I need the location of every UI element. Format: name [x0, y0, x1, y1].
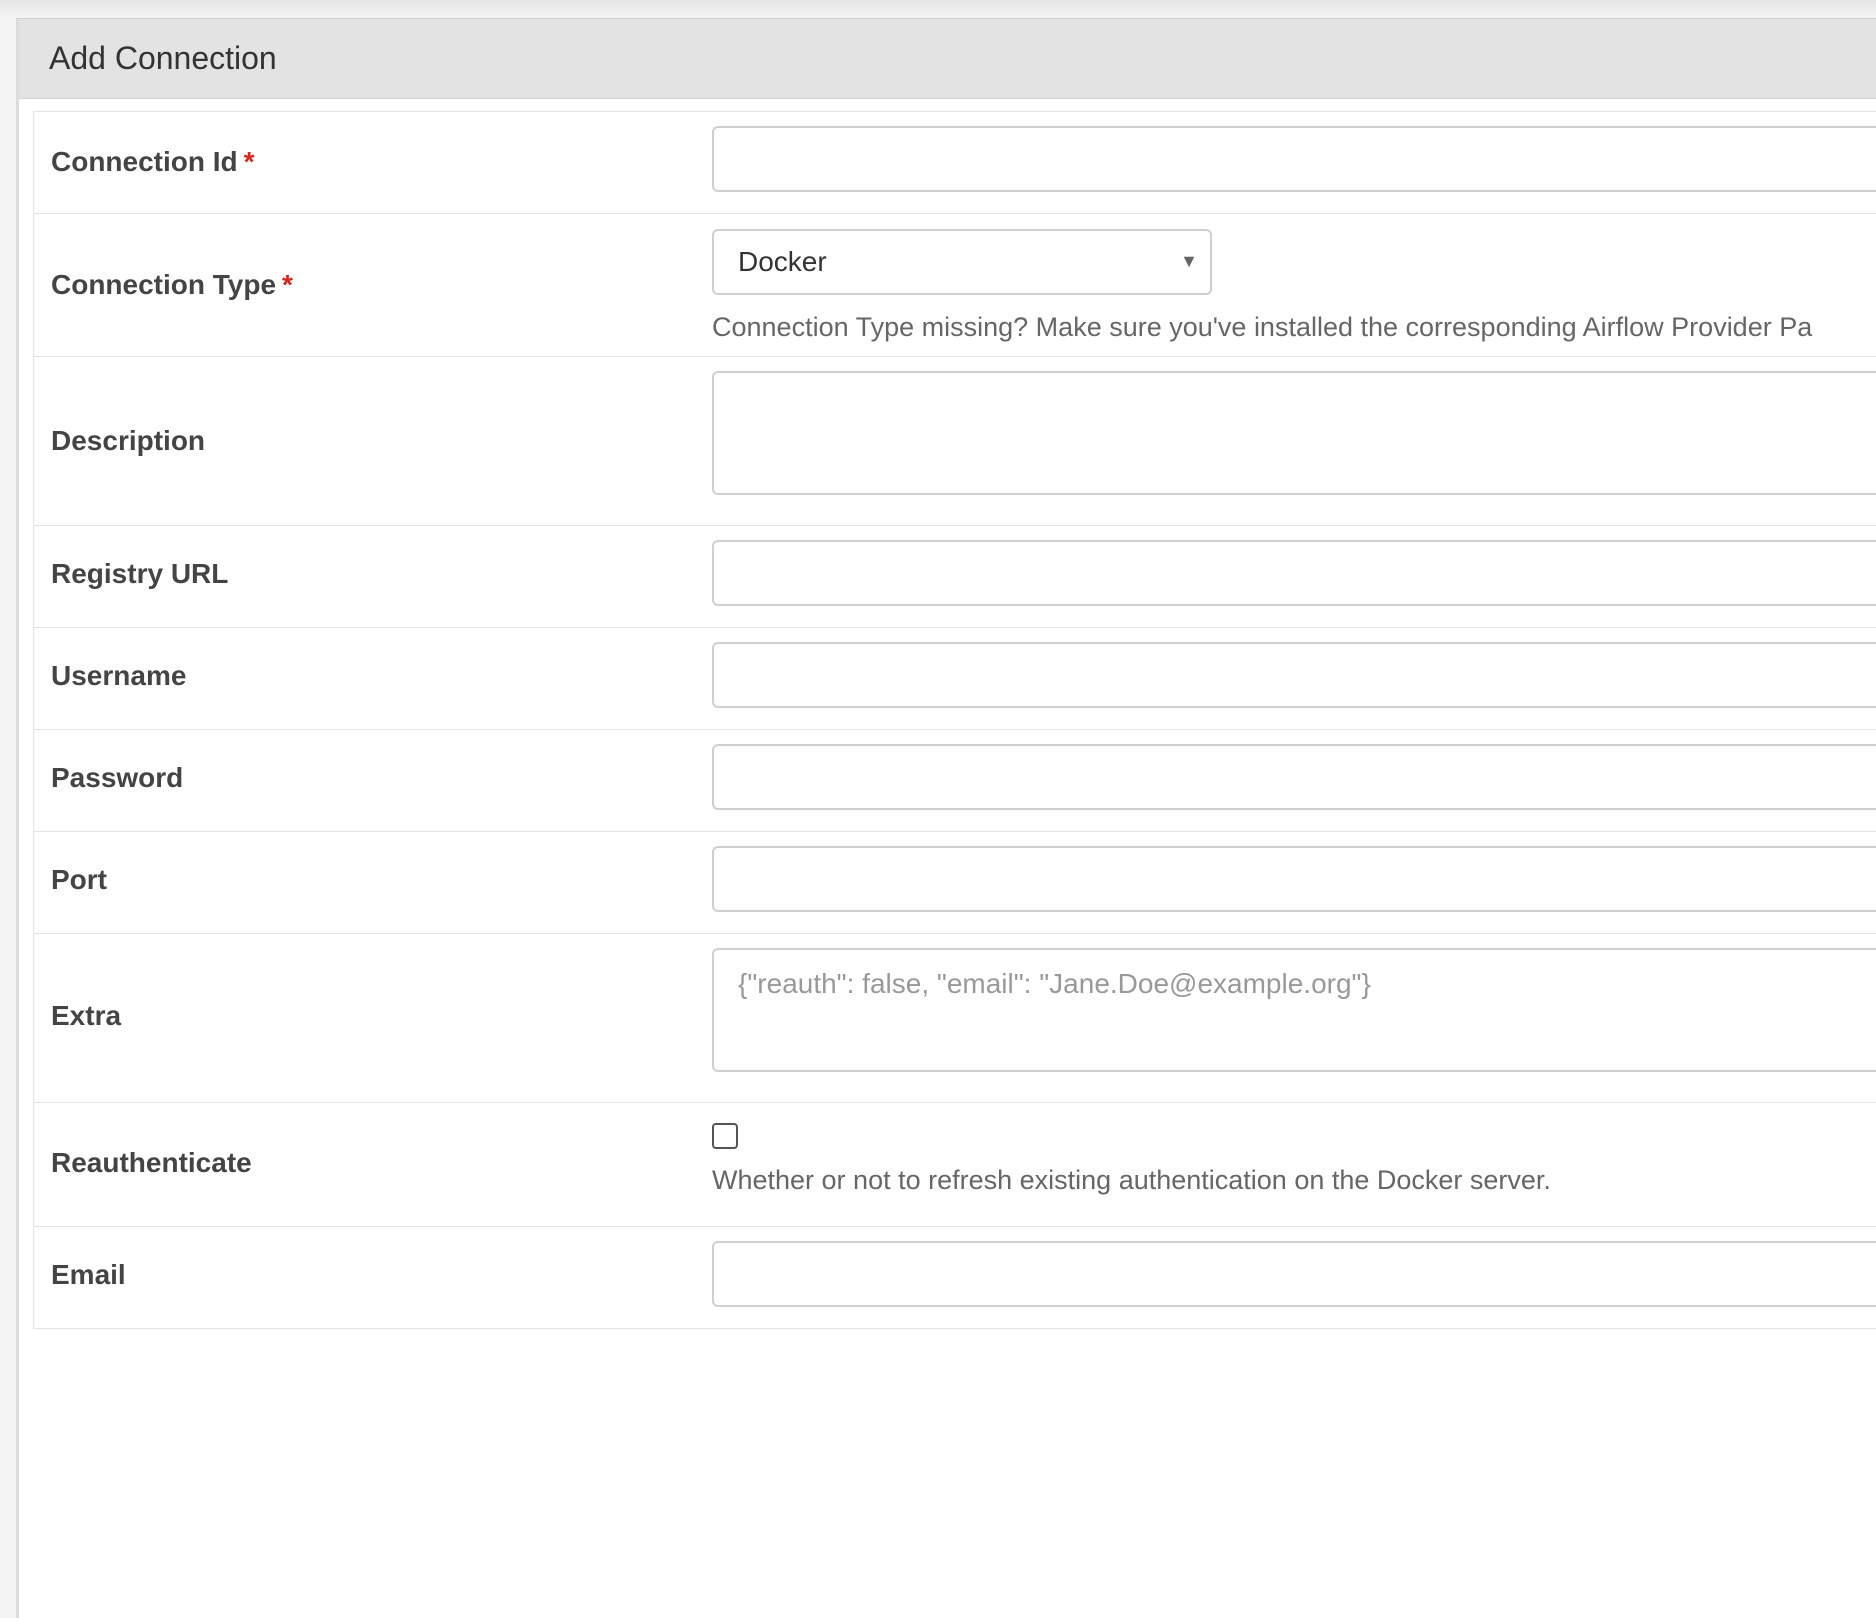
- password-label: Password: [51, 762, 184, 793]
- connection-type-label: Connection Type *: [51, 269, 293, 301]
- row-email: Email: [34, 1227, 1876, 1329]
- row-reauthenticate: Reauthenticate Whether or not to refresh…: [34, 1103, 1876, 1227]
- reauthenticate-checkbox[interactable]: [712, 1123, 738, 1149]
- description-textarea[interactable]: [712, 371, 1876, 495]
- password-input[interactable]: [712, 744, 1876, 810]
- connection-type-help: Connection Type missing? Make sure you'v…: [712, 312, 1813, 342]
- username-label: Username: [51, 660, 187, 691]
- required-marker: *: [243, 146, 255, 177]
- page-title: Add Connection: [49, 40, 277, 76]
- email-label: Email: [51, 1259, 126, 1290]
- registry-url-input[interactable]: [712, 540, 1876, 606]
- required-marker: *: [282, 269, 293, 300]
- registry-url-label: Registry URL: [51, 558, 229, 589]
- top-shadow: [0, 0, 1876, 18]
- email-input[interactable]: [712, 1241, 1876, 1307]
- connection-id-label: Connection Id *: [51, 146, 255, 178]
- row-description: Description: [34, 357, 1876, 526]
- port-label: Port: [51, 864, 107, 895]
- connection-type-label-text: Connection Type: [51, 269, 277, 300]
- extra-textarea[interactable]: [712, 948, 1876, 1072]
- connection-id-input[interactable]: [712, 126, 1876, 192]
- description-label: Description: [51, 425, 206, 456]
- row-password: Password: [34, 730, 1876, 832]
- connection-type-selected-value: Docker: [738, 246, 827, 277]
- connection-type-select[interactable]: Docker ▼: [712, 229, 1212, 295]
- row-port: Port: [34, 832, 1876, 934]
- caret-down-icon: ▼: [1180, 251, 1198, 271]
- extra-label: Extra: [51, 1000, 122, 1031]
- panel-header: Add Connection: [19, 19, 1876, 99]
- row-connection-type: Connection Type * Docker ▼ Connection Typ…: [34, 214, 1876, 357]
- connection-id-label-text: Connection Id: [51, 146, 238, 177]
- row-username: Username: [34, 628, 1876, 730]
- row-registry-url: Registry URL: [34, 526, 1876, 628]
- username-input[interactable]: [712, 642, 1876, 708]
- connection-form: Connection Id * Connection Type * Docker ▼…: [33, 111, 1876, 1329]
- row-connection-id: Connection Id *: [34, 112, 1876, 214]
- row-extra: Extra: [34, 934, 1876, 1103]
- reauthenticate-help: Whether or not to refresh existing authe…: [712, 1165, 1551, 1195]
- reauthenticate-label: Reauthenticate: [51, 1147, 252, 1178]
- port-input[interactable]: [712, 846, 1876, 912]
